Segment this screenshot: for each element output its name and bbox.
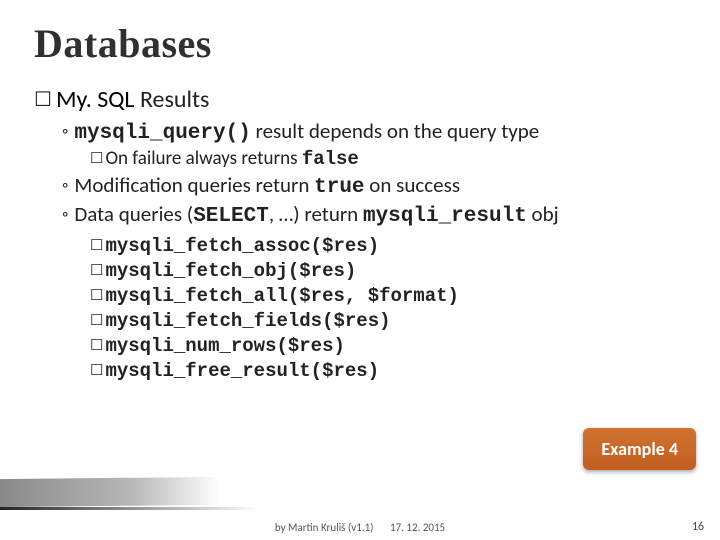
example-badge: Example 4 bbox=[583, 428, 696, 470]
fn-item: ☐mysqli_num_rows($res) bbox=[90, 334, 686, 357]
fn-code: mysqli_fetch_obj($res) bbox=[105, 260, 356, 282]
footer-author: by Martin Kruliš (v1.1) bbox=[275, 521, 374, 534]
text: , …) return bbox=[269, 201, 363, 227]
text: result depends on the query type bbox=[251, 118, 539, 144]
fn-code: mysqli_fetch_assoc($res) bbox=[105, 235, 379, 257]
checkbox-icon: ☐ bbox=[90, 362, 103, 380]
diamond-icon: ◦ bbox=[62, 120, 68, 142]
footer: by Martin Kruliš (v1.1) 17. 12. 2015 bbox=[0, 521, 720, 534]
code-mysqli-query: mysqli_query() bbox=[74, 122, 250, 145]
decoration-line bbox=[0, 507, 260, 510]
checkbox-icon: ☐ bbox=[90, 262, 103, 280]
function-list: ☐mysqli_fetch_assoc($res) ☐mysqli_fetch_… bbox=[34, 234, 686, 382]
page-number: 16 bbox=[692, 520, 704, 534]
checkbox-icon: ☐ bbox=[34, 88, 52, 112]
bullet-on-failure: ☐On failure always returns false bbox=[90, 147, 686, 170]
text: obj bbox=[527, 201, 559, 227]
fn-code: mysqli_free_result($res) bbox=[105, 360, 379, 382]
code-select: SELECT bbox=[193, 205, 269, 228]
diamond-icon: ◦ bbox=[62, 174, 68, 196]
section-subject: My. SQL bbox=[56, 85, 135, 114]
checkbox-icon: ☐ bbox=[90, 312, 103, 330]
checkbox-icon: ☐ bbox=[90, 237, 103, 255]
code-false: false bbox=[302, 148, 359, 170]
footer-date: 17. 12. 2015 bbox=[390, 521, 445, 534]
fn-item: ☐mysqli_fetch_obj($res) bbox=[90, 259, 686, 282]
slide: Databases ☐My. SQL Results ◦mysqli_query… bbox=[0, 0, 720, 540]
text: on success bbox=[365, 172, 460, 198]
checkbox-icon: ☐ bbox=[90, 337, 103, 355]
text: On failure always returns bbox=[105, 147, 301, 170]
fn-item: ☐mysqli_free_result($res) bbox=[90, 359, 686, 382]
code-mysqli-result: mysqli_result bbox=[363, 205, 527, 228]
fn-code: mysqli_fetch_all($res, $format) bbox=[105, 285, 458, 307]
text: Modification queries return bbox=[74, 172, 314, 198]
fn-item: ☐mysqli_fetch_assoc($res) bbox=[90, 234, 686, 257]
bullet-query-result: ◦ mysqli_query() result depends on the qu… bbox=[62, 118, 686, 145]
fn-code: mysqli_num_rows($res) bbox=[105, 335, 344, 357]
section-heading: ☐My. SQL Results bbox=[34, 85, 686, 114]
text: Data queries ( bbox=[74, 201, 193, 227]
section-topic: Results bbox=[140, 85, 209, 114]
checkbox-icon: ☐ bbox=[90, 150, 103, 168]
checkbox-icon: ☐ bbox=[90, 287, 103, 305]
bullet-data-queries: ◦ Data queries (SELECT, …) return mysqli_… bbox=[62, 201, 686, 228]
fn-item: ☐mysqli_fetch_fields($res) bbox=[90, 309, 686, 332]
diamond-icon: ◦ bbox=[62, 203, 68, 225]
bullet-modification: ◦ Modification queries return true on suc… bbox=[62, 172, 686, 199]
fn-code: mysqli_fetch_fields($res) bbox=[105, 310, 390, 332]
slide-title: Databases bbox=[34, 20, 686, 67]
code-true: true bbox=[314, 176, 364, 199]
fn-item: ☐mysqli_fetch_all($res, $format) bbox=[90, 284, 686, 307]
decoration-gradient bbox=[0, 477, 220, 507]
